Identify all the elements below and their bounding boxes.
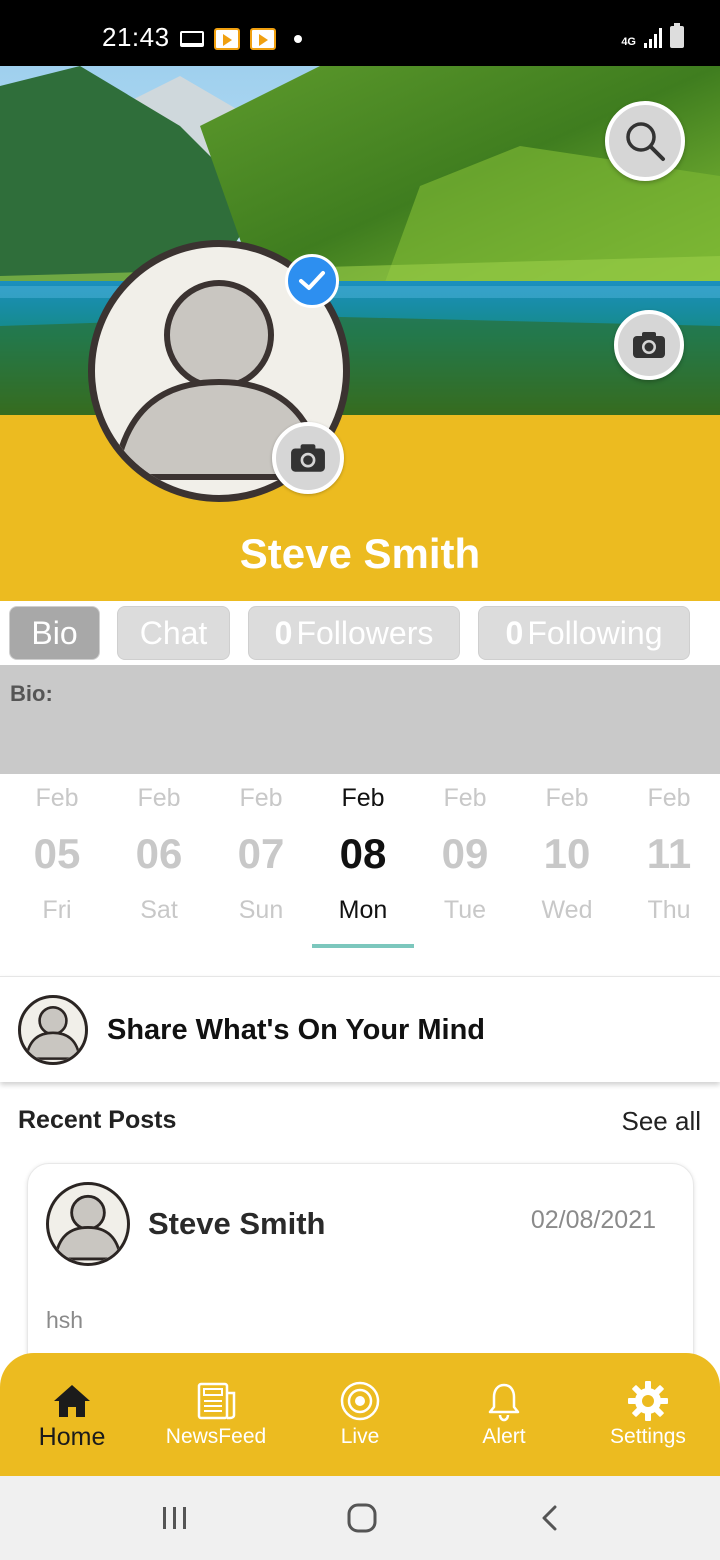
followers-count: 0 <box>274 614 293 651</box>
signal-icon <box>644 28 662 48</box>
more-notifications-dot-icon <box>294 35 302 43</box>
date-day: 07 <box>237 830 285 877</box>
tab-followers-label: Followers <box>296 614 434 651</box>
camera-icon <box>291 444 325 472</box>
change-avatar-button[interactable] <box>272 422 344 494</box>
nav-newsfeed-label: NewsFeed <box>165 1425 267 1448</box>
tab-bio[interactable]: Bio <box>9 606 100 660</box>
bottom-navigation: Home NewsFeed Live Alert Settings <box>0 1353 720 1476</box>
default-user-avatar-icon <box>24 1006 82 1060</box>
date-month: Feb <box>341 784 385 812</box>
tab-bio-label: Bio <box>31 614 78 651</box>
tab-following-label: Following <box>527 614 663 651</box>
status-time: 21:43 <box>102 22 170 52</box>
profile-tabs: Bio Chat 0 Followers 0 Following <box>0 601 720 665</box>
home-icon <box>54 1385 90 1417</box>
recent-posts-title: Recent Posts <box>18 1106 177 1134</box>
camera-icon <box>633 332 665 358</box>
nav-settings-label: Settings <box>610 1425 686 1448</box>
share-post-card[interactable]: Share What's On Your Mind <box>0 976 720 1082</box>
app-notification-icon <box>250 28 276 50</box>
laptop-icon <box>180 31 204 47</box>
battery-icon <box>670 23 684 48</box>
date-month: Feb <box>545 784 589 812</box>
post-text: hsh <box>46 1307 84 1333</box>
change-cover-photo-button[interactable] <box>614 310 684 380</box>
date-day: 06 <box>135 830 183 877</box>
verified-badge <box>285 254 339 308</box>
date-month: Feb <box>443 784 487 812</box>
date-day: 11 <box>646 830 692 877</box>
date-selector: Feb 05 Fri Feb 06 Sat Feb 07 Sun Feb 08 … <box>0 774 720 954</box>
post-date: 02/08/2021 <box>530 1206 656 1234</box>
avatar <box>18 995 88 1065</box>
default-user-avatar-icon <box>53 1194 123 1261</box>
bio-section: Bio: <box>0 665 720 774</box>
date-day: 05 <box>33 830 81 877</box>
nav-live[interactable]: Live <box>288 1353 432 1476</box>
bell-icon <box>488 1383 520 1422</box>
date-day: 08 <box>339 830 387 877</box>
date-weekday: Thu <box>647 896 691 924</box>
nav-alert[interactable]: Alert <box>432 1353 576 1476</box>
date-month: Feb <box>137 784 181 812</box>
gear-icon <box>628 1381 668 1421</box>
tab-chat-label: Chat <box>139 614 208 651</box>
checkmark-icon <box>299 271 325 290</box>
selected-date-indicator <box>312 944 414 948</box>
post-author[interactable]: Steve Smith <box>148 1206 325 1242</box>
profile-name: Steve Smith <box>239 530 481 577</box>
back-button[interactable] <box>530 1498 570 1538</box>
date-day: 09 <box>441 830 489 877</box>
date-weekday: Sat <box>140 896 178 924</box>
search-icon <box>626 122 665 161</box>
tab-chat[interactable]: Chat <box>117 606 230 660</box>
tab-followers[interactable]: 0 Followers <box>248 606 460 660</box>
recent-apps-icon <box>163 1507 186 1529</box>
date-weekday: Mon <box>338 896 388 924</box>
date-month: Feb <box>239 784 283 812</box>
nav-newsfeed[interactable]: NewsFeed <box>144 1353 288 1476</box>
notification-icons <box>180 28 302 50</box>
following-count: 0 <box>505 614 524 651</box>
network-type: 4G <box>621 36 636 48</box>
date-weekday: Tue <box>443 896 487 924</box>
newspaper-icon <box>197 1382 236 1420</box>
search-button[interactable] <box>605 101 685 181</box>
back-chevron-icon <box>542 1505 557 1531</box>
nav-settings[interactable]: Settings <box>576 1353 720 1476</box>
date-weekday: Sun <box>238 896 284 924</box>
nav-home[interactable]: Home <box>0 1353 144 1476</box>
date-day: 10 <box>543 830 591 877</box>
nav-live-label: Live <box>340 1425 380 1448</box>
avatar[interactable] <box>46 1182 130 1266</box>
date-month: Feb <box>35 784 79 812</box>
tab-following[interactable]: 0 Following <box>478 606 690 660</box>
nav-alert-label: Alert <box>482 1425 526 1448</box>
system-status-icons: 4G <box>621 23 684 48</box>
date-weekday: Fri <box>42 896 72 924</box>
system-navigation-bar <box>0 1476 720 1560</box>
home-system-button[interactable] <box>340 1498 384 1538</box>
date-month: Feb <box>647 784 691 812</box>
bio-label: Bio: <box>10 681 53 706</box>
home-circle-icon <box>347 1503 377 1533</box>
see-all-link[interactable]: See all <box>622 1106 702 1137</box>
date-weekday: Wed <box>541 896 593 924</box>
status-bar: 21:43 4G <box>0 0 720 66</box>
nav-home-label: Home <box>38 1423 106 1451</box>
share-prompt: Share What's On Your Mind <box>107 1014 486 1046</box>
recent-apps-button[interactable] <box>155 1498 195 1538</box>
live-icon <box>340 1381 380 1421</box>
app-notification-icon <box>214 28 240 50</box>
